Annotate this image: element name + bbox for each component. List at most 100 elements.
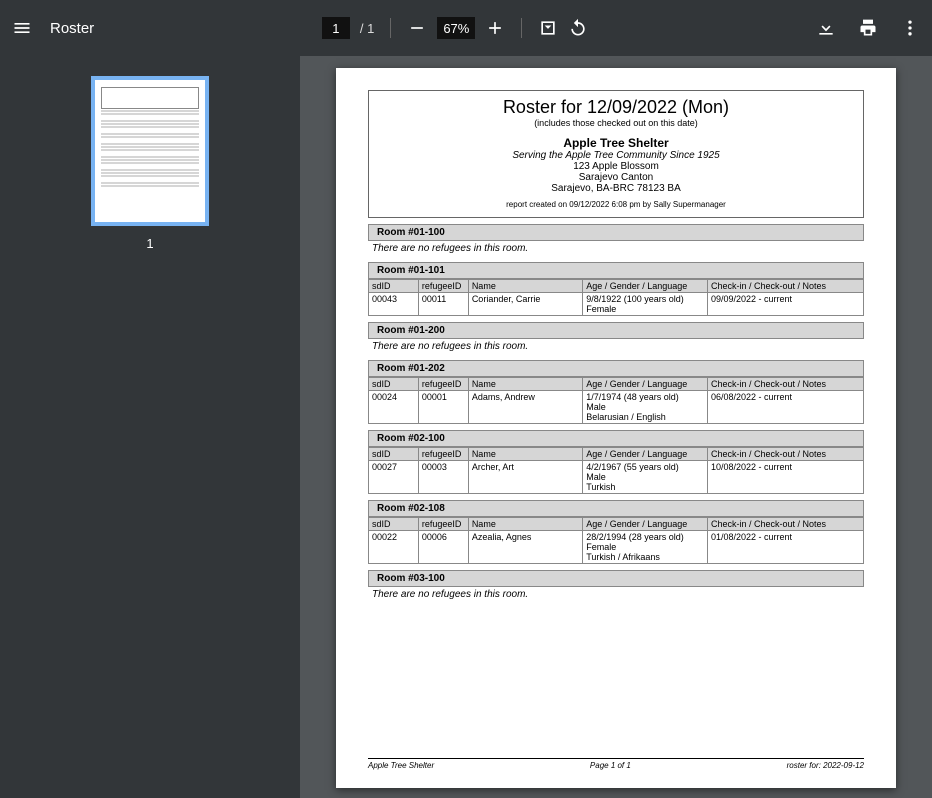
zoom-in-button[interactable] [485, 18, 505, 38]
table-row: 0002700003Archer, Art4/2/1967 (55 years … [369, 461, 864, 494]
address-line: Sarajevo Canton [377, 172, 855, 183]
table-row: 0002200006Azealia, Agnes28/2/1994 (28 ye… [369, 531, 864, 564]
address-line: 123 Apple Blossom [377, 161, 855, 172]
table-cell: 4/2/1967 (55 years old) Male Turkish [583, 461, 708, 494]
document-title: Roster [50, 20, 94, 37]
room-title: Room #01-200 [368, 322, 864, 339]
column-header: refugeeID [418, 280, 468, 293]
room-title: Room #02-100 [368, 430, 864, 447]
address-line: Sarajevo, BA-BRC 78123 BA [377, 183, 855, 194]
column-header: Name [468, 518, 582, 531]
room-title: Room #02-108 [368, 500, 864, 517]
page-number-input[interactable] [322, 17, 350, 39]
document-page: Roster for 12/09/2022 (Mon) (includes th… [336, 68, 896, 788]
report-subtitle: (includes those checked out on this date… [377, 118, 855, 128]
column-header: Name [468, 280, 582, 293]
table-cell: 06/08/2022 - current [707, 391, 863, 424]
table-cell: Azealia, Agnes [468, 531, 582, 564]
print-button[interactable] [858, 18, 878, 38]
page-total: / 1 [360, 21, 374, 36]
room-title: Room #03-100 [368, 570, 864, 587]
table-cell: 00011 [418, 293, 468, 316]
column-header: sdID [369, 448, 419, 461]
no-refugees-text: There are no refugees in this room. [368, 241, 864, 256]
zoom-out-button[interactable] [407, 18, 427, 38]
fit-page-button[interactable] [538, 18, 558, 38]
table-cell: Archer, Art [468, 461, 582, 494]
rotate-button[interactable] [568, 18, 588, 38]
column-header: sdID [369, 378, 419, 391]
footer-right: roster for: 2022-09-12 [787, 761, 864, 770]
footer-left: Apple Tree Shelter [368, 761, 434, 770]
column-header: Check-in / Check-out / Notes [707, 280, 863, 293]
column-header: Age / Gender / Language [583, 518, 708, 531]
column-header: Name [468, 448, 582, 461]
room-title: Room #01-202 [368, 360, 864, 377]
room-title: Room #01-101 [368, 262, 864, 279]
table-cell: 00003 [418, 461, 468, 494]
shelter-name: Apple Tree Shelter [377, 136, 855, 150]
room-table: sdIDrefugeeIDNameAge / Gender / Language… [368, 447, 864, 494]
column-header: Check-in / Check-out / Notes [707, 378, 863, 391]
room-table: sdIDrefugeeIDNameAge / Gender / Language… [368, 377, 864, 424]
table-cell: Adams, Andrew [468, 391, 582, 424]
no-refugees-text: There are no refugees in this room. [368, 339, 864, 354]
shelter-tagline: Serving the Apple Tree Community Since 1… [377, 150, 855, 161]
workspace: 1 Roster for 12/09/2022 (Mon) (includes … [0, 56, 932, 798]
document-view[interactable]: Roster for 12/09/2022 (Mon) (includes th… [300, 56, 932, 798]
download-button[interactable] [816, 18, 836, 38]
menu-icon[interactable] [12, 18, 32, 38]
room-block: Room #01-101sdIDrefugeeIDNameAge / Gende… [368, 262, 864, 316]
table-cell: 00006 [418, 531, 468, 564]
table-row: 0002400001Adams, Andrew1/7/1974 (48 year… [369, 391, 864, 424]
report-created: report created on 09/12/2022 6:08 pm by … [377, 200, 855, 209]
table-row: 0004300011Coriander, Carrie9/8/1922 (100… [369, 293, 864, 316]
room-block: Room #01-200There are no refugees in thi… [368, 322, 864, 354]
thumbnail-preview [98, 83, 202, 219]
column-header: Name [468, 378, 582, 391]
table-cell: 09/09/2022 - current [707, 293, 863, 316]
column-header: refugeeID [418, 378, 468, 391]
table-cell: 1/7/1974 (48 years old) Male Belarusian … [583, 391, 708, 424]
footer-center: Page 1 of 1 [590, 761, 631, 770]
room-block: Room #02-100sdIDrefugeeIDNameAge / Gende… [368, 430, 864, 494]
table-cell: 9/8/1922 (100 years old) Female [583, 293, 708, 316]
table-cell: 28/2/1994 (28 years old) Female Turkish … [583, 531, 708, 564]
divider [521, 18, 522, 38]
column-header: Age / Gender / Language [583, 378, 708, 391]
room-title: Room #01-100 [368, 224, 864, 241]
no-refugees-text: There are no refugees in this room. [368, 587, 864, 602]
table-cell: 00022 [369, 531, 419, 564]
column-header: Age / Gender / Language [583, 448, 708, 461]
room-block: Room #01-202sdIDrefugeeIDNameAge / Gende… [368, 360, 864, 424]
room-block: Room #02-108sdIDrefugeeIDNameAge / Gende… [368, 500, 864, 564]
table-cell: 00024 [369, 391, 419, 424]
report-title: Roster for 12/09/2022 (Mon) [377, 97, 855, 118]
divider [390, 18, 391, 38]
page-thumbnail[interactable] [91, 76, 209, 226]
room-block: Room #01-100There are no refugees in thi… [368, 224, 864, 256]
thumbnail-page-number: 1 [146, 236, 153, 251]
column-header: sdID [369, 280, 419, 293]
table-cell: Coriander, Carrie [468, 293, 582, 316]
report-header: Roster for 12/09/2022 (Mon) (includes th… [368, 90, 864, 218]
column-header: Check-in / Check-out / Notes [707, 518, 863, 531]
column-header: refugeeID [418, 448, 468, 461]
pdf-toolbar: Roster / 1 67% [0, 0, 932, 56]
room-table: sdIDrefugeeIDNameAge / Gender / Language… [368, 279, 864, 316]
table-cell: 00027 [369, 461, 419, 494]
room-table: sdIDrefugeeIDNameAge / Gender / Language… [368, 517, 864, 564]
column-header: Check-in / Check-out / Notes [707, 448, 863, 461]
table-cell: 00001 [418, 391, 468, 424]
table-cell: 00043 [369, 293, 419, 316]
zoom-level[interactable]: 67% [437, 17, 475, 39]
table-cell: 10/08/2022 - current [707, 461, 863, 494]
thumbnail-sidebar: 1 [0, 56, 300, 798]
more-menu-button[interactable] [900, 18, 920, 38]
table-cell: 01/08/2022 - current [707, 531, 863, 564]
column-header: sdID [369, 518, 419, 531]
room-block: Room #03-100There are no refugees in thi… [368, 570, 864, 602]
column-header: Age / Gender / Language [583, 280, 708, 293]
page-footer: Apple Tree Shelter Page 1 of 1 roster fo… [368, 758, 864, 770]
column-header: refugeeID [418, 518, 468, 531]
